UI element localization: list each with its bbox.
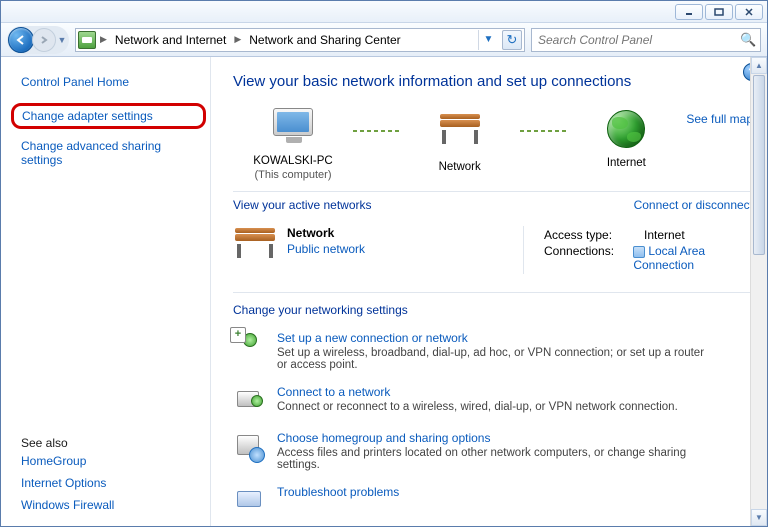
setup-connection-link[interactable]: Set up a new connection or network [277,331,707,345]
titlebar [1,1,767,23]
node-network: Network [400,108,520,175]
highlight-annotation: Change adapter settings [11,103,206,129]
scroll-up-button[interactable]: ▲ [751,57,767,74]
bench-icon [436,114,484,156]
sidebar: Control Panel Home Change adapter settin… [1,57,211,526]
access-type-label: Access type: [544,228,634,242]
connect-network-icon [233,385,265,417]
address-dropdown[interactable]: ▼ [478,30,498,50]
network-map: KOWALSKI-PC (This computer) Network Inte… [233,104,753,191]
chevron-right-icon[interactable]: ▶ [232,34,243,45]
change-adapter-settings-link[interactable]: Change adapter settings [22,109,153,123]
setting-connect-network: Connect to a network Connect or reconnec… [233,385,753,417]
connections-label: Connections: [544,244,623,272]
control-panel-home-link[interactable]: Control Panel Home [21,75,200,89]
change-advanced-sharing-link[interactable]: Change advanced sharing settings [21,139,200,167]
close-button[interactable] [735,4,763,20]
setting-setup-connection: Set up a new connection or network Set u… [233,331,753,371]
nav-buttons: ▼ [7,26,69,54]
troubleshoot-link[interactable]: Troubleshoot problems [277,485,399,499]
node-net-label: Network [400,160,520,175]
access-type-value: Internet [644,228,685,242]
see-also-windows-firewall[interactable]: Windows Firewall [21,498,200,512]
search-input[interactable] [536,32,740,48]
crumb-sharing-center[interactable]: Network and Sharing Center [245,33,404,47]
homegroup-icon [233,431,265,463]
active-network-card: Network Public network Access type: Inter… [233,218,753,292]
connect-network-link[interactable]: Connect to a network [277,385,678,399]
network-name: Network [287,226,365,240]
bench-icon [233,226,275,264]
scroll-down-button[interactable]: ▼ [751,509,767,526]
maximize-button[interactable] [705,4,733,20]
connection-line [520,130,567,132]
node-pc-label: KOWALSKI-PC [233,154,353,169]
node-this-computer: KOWALSKI-PC (This computer) [233,108,353,181]
page-heading: View your basic network information and … [233,73,753,90]
content-pane: ? View your basic network information an… [211,57,767,526]
forward-button[interactable] [32,28,56,52]
back-button[interactable] [8,27,34,53]
navbar: ▼ ▶ Network and Internet ▶ Network and S… [1,23,767,57]
active-networks-label: View your active networks [233,198,372,212]
control-panel-icon [78,31,96,49]
globe-icon [602,110,650,152]
computer-icon [269,108,317,150]
change-settings-title: Change your networking settings [233,303,408,317]
homegroup-link[interactable]: Choose homegroup and sharing options [277,431,707,445]
setting-homegroup: Choose homegroup and sharing options Acc… [233,431,753,471]
node-internet: Internet [566,108,686,171]
connect-network-desc: Connect or reconnect to a wireless, wire… [277,401,678,413]
search-box[interactable]: 🔍 [531,28,761,52]
minimize-button[interactable] [675,4,703,20]
node-pc-sub: (This computer) [233,169,353,181]
node-internet-label: Internet [566,156,686,171]
see-also-homegroup[interactable]: HomeGroup [21,454,200,468]
connect-disconnect-link[interactable]: Connect or disconnect [634,198,753,212]
search-icon[interactable]: 🔍 [740,32,756,48]
setup-connection-icon [233,331,265,363]
scrollbar-vertical[interactable]: ▲ ▼ [750,57,767,526]
ethernet-icon [633,246,645,258]
scroll-thumb[interactable] [753,75,765,255]
see-full-map-link[interactable]: See full map [686,112,753,126]
connection-line [353,130,400,132]
homegroup-desc: Access files and printers located on oth… [277,447,707,471]
setting-troubleshoot: Troubleshoot problems [233,485,753,517]
troubleshoot-icon [233,485,265,517]
recent-dropdown[interactable]: ▼ [56,27,68,53]
crumb-network-internet[interactable]: Network and Internet [111,33,230,47]
setup-connection-desc: Set up a wireless, broadband, dial-up, a… [277,347,707,371]
see-also-title: See also [21,428,200,450]
network-type-link[interactable]: Public network [287,242,365,256]
see-also-internet-options[interactable]: Internet Options [21,476,200,490]
refresh-button[interactable]: ↻ [502,30,522,50]
address-bar[interactable]: ▶ Network and Internet ▶ Network and Sha… [75,28,525,52]
chevron-right-icon[interactable]: ▶ [98,34,109,45]
